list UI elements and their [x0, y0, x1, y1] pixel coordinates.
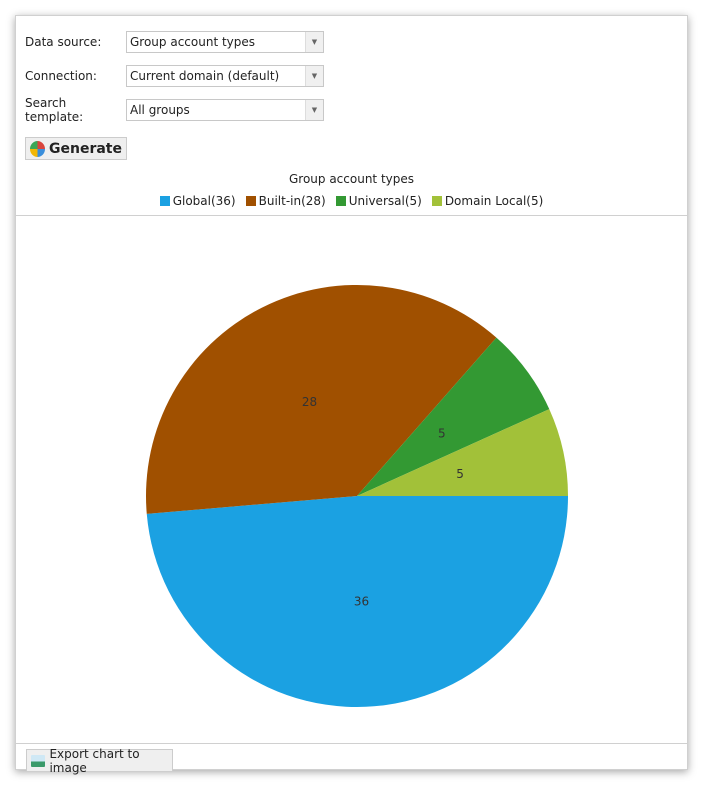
legend-label: Universal(5) — [348, 194, 422, 208]
data-source-label: Data source: — [25, 35, 102, 49]
data-source-value: Group account types — [130, 35, 256, 49]
chevron-down-icon[interactable]: ▼ — [305, 32, 323, 52]
legend-item: Built-in(28) — [245, 194, 326, 208]
generate-label: Generate — [49, 140, 122, 157]
chart-window: Data source: Group account types ▼ Connec… — [15, 15, 688, 775]
search-template-value: All groups — [130, 103, 190, 117]
connection-row: Connection: Current domain (default) ▼ — [25, 64, 324, 88]
export-chart-button[interactable]: Export chart to image — [26, 747, 173, 775]
legend-swatch — [245, 196, 256, 206]
chart-legend: Global(36) Built-in(28) Universal(5) Domain… — [16, 194, 687, 208]
export-label: Export chart to image — [49, 746, 140, 775]
connection-value: Current domain (default) — [130, 69, 280, 83]
legend-item: Universal(5) — [335, 194, 422, 208]
legend-swatch — [335, 196, 346, 206]
legend-item: Domain Local(5) — [431, 194, 544, 208]
legend-label: Built-in(28) — [258, 194, 326, 208]
connection-label: Connection: — [25, 69, 97, 83]
data-label: 5 — [456, 467, 464, 481]
chevron-down-icon[interactable]: ▼ — [305, 100, 323, 120]
search-template-row: Search template: All groups ▼ — [25, 96, 324, 124]
pie-chart: 36 28 5 5 — [146, 285, 568, 708]
legend-label: Global(36) — [172, 194, 236, 208]
pie-chart-icon — [30, 140, 45, 157]
generate-button[interactable]: Generate — [25, 137, 127, 160]
chevron-down-icon[interactable]: ▼ — [305, 66, 323, 86]
divider — [16, 743, 687, 744]
data-label: 5 — [438, 426, 446, 440]
data-source-select[interactable]: Group account types ▼ — [126, 31, 324, 53]
search-template-label: Search template: — [25, 96, 84, 124]
chart-title: Group account types — [288, 172, 415, 186]
connection-select[interactable]: Current domain (default) ▼ — [126, 65, 324, 87]
legend-swatch — [431, 196, 442, 206]
data-label: 36 — [354, 594, 369, 608]
data-source-row: Data source: Group account types ▼ — [25, 30, 324, 54]
divider — [16, 215, 687, 216]
search-template-select[interactable]: All groups ▼ — [126, 99, 324, 121]
image-icon — [31, 754, 46, 767]
legend-label: Domain Local(5) — [444, 194, 544, 208]
legend-item: Global(36) — [159, 194, 236, 208]
legend-swatch — [159, 196, 170, 206]
data-label: 28 — [302, 395, 317, 409]
